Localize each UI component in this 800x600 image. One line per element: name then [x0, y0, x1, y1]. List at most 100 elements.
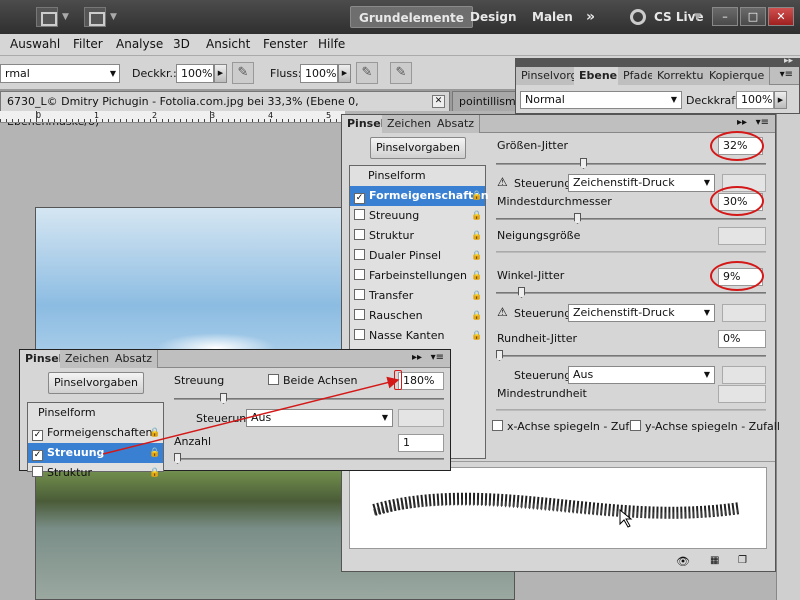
tab-zeichen[interactable]: Zeichen: [60, 350, 116, 368]
slider-thumb[interactable]: [174, 453, 181, 464]
slider-thumb[interactable]: [518, 287, 525, 298]
opacity-input[interactable]: 100%: [176, 64, 214, 83]
checkbox[interactable]: ✓: [354, 193, 365, 204]
menu-analyse[interactable]: Analyse: [116, 37, 163, 51]
roundness-control-select[interactable]: Aus ▼: [568, 366, 715, 384]
scatter-option-struktur[interactable]: Struktur 🔒: [28, 463, 163, 483]
angle-jitter-slider[interactable]: [496, 287, 766, 298]
screen-mode-icon[interactable]: [84, 7, 106, 27]
arrange-documents-icon[interactable]: [36, 7, 58, 27]
arrange-dropdown-icon[interactable]: ▼: [62, 12, 69, 22]
collapse-icon[interactable]: ▸▸: [412, 352, 422, 363]
flow-input[interactable]: 100%: [300, 64, 338, 83]
workspace-malen[interactable]: Malen: [524, 6, 581, 28]
checkbox[interactable]: [354, 249, 365, 260]
screen-mode-dropdown-icon[interactable]: ▼: [110, 12, 117, 22]
slider-thumb[interactable]: [574, 213, 581, 224]
close-button[interactable]: ✕: [768, 7, 794, 26]
lock-icon[interactable]: 🔒: [471, 210, 482, 222]
brush-option-struktur[interactable]: Struktur 🔒: [350, 226, 485, 246]
scatter-control-select[interactable]: Aus ▼: [246, 409, 393, 427]
lock-icon[interactable]: 🔒: [471, 190, 482, 202]
min-diameter-slider[interactable]: [496, 213, 766, 224]
slider-thumb[interactable]: [496, 350, 503, 361]
checkbox[interactable]: [630, 420, 641, 431]
size-control-select[interactable]: Zeichenstift-Druck ▼: [568, 174, 715, 192]
brush-option-transfer[interactable]: Transfer 🔒: [350, 286, 485, 306]
angle-control-select[interactable]: Zeichenstift-Druck ▼: [568, 304, 715, 322]
lock-icon[interactable]: 🔒: [471, 270, 482, 282]
scatter-slider[interactable]: [174, 393, 444, 404]
workspace-grundelemente[interactable]: Grundelemente: [350, 6, 473, 28]
panel-menu-icon[interactable]: ▾≡: [431, 352, 444, 363]
menu-hilfe[interactable]: Hilfe: [318, 37, 345, 51]
menu-auswahl[interactable]: Auswahl: [10, 37, 60, 51]
checkbox[interactable]: [354, 229, 365, 240]
lock-icon[interactable]: 🔒: [471, 290, 482, 302]
cs-live-menu[interactable]: CS Live: [646, 6, 712, 28]
section-pinselform[interactable]: Pinselform: [28, 403, 163, 423]
tab-zeichen[interactable]: Zeichen: [382, 115, 438, 133]
checkbox[interactable]: ✓: [32, 450, 43, 461]
checkbox[interactable]: [32, 466, 43, 477]
flip-y-checkbox[interactable]: y-Achse spiegeln - Zufall: [630, 420, 780, 433]
brush-option-farbeinstellungen[interactable]: Farbeinstellungen 🔒: [350, 266, 485, 286]
menu-filter[interactable]: Filter: [73, 37, 103, 51]
checkbox[interactable]: [268, 374, 279, 385]
checkbox[interactable]: [354, 309, 365, 320]
close-tab-icon[interactable]: ✕: [432, 95, 445, 108]
scatter-option-formeigenschaften[interactable]: ✓ Formeigenschaften 🔒: [28, 423, 163, 443]
checkbox[interactable]: [354, 269, 365, 280]
count-slider[interactable]: [174, 453, 444, 464]
both-axes-checkbox[interactable]: Beide Achsen: [268, 374, 357, 387]
count-input[interactable]: 1: [398, 434, 444, 452]
more-workspaces-button[interactable]: »: [578, 6, 603, 28]
new-preset-icon[interactable]: ❐: [738, 555, 747, 566]
menu-ansicht[interactable]: Ansicht: [206, 37, 250, 51]
menu-fenster[interactable]: Fenster: [263, 37, 308, 51]
blend-mode-select[interactable]: rmal ▼: [0, 64, 120, 83]
brush-option-streuung[interactable]: Streuung 🔒: [350, 206, 485, 226]
lock-icon[interactable]: 🔒: [149, 447, 160, 459]
slider-thumb[interactable]: [580, 158, 587, 169]
tab-absatz[interactable]: Absatz: [432, 115, 481, 133]
section-pinselform[interactable]: Pinselform: [350, 166, 485, 186]
scatter-option-streuung[interactable]: ✓ Streuung 🔒: [28, 443, 163, 463]
size-jitter-input[interactable]: 32%: [718, 137, 763, 155]
cs-live-icon[interactable]: [630, 9, 646, 25]
layer-blend-mode-select[interactable]: Normal ▼: [520, 91, 682, 109]
layer-opacity-arrow[interactable]: ▶: [774, 91, 787, 109]
checkbox[interactable]: ✓: [32, 430, 43, 441]
menu-3d[interactable]: 3D: [173, 37, 190, 51]
brush-presets-button[interactable]: Pinselvorgaben: [48, 372, 144, 394]
maximize-button[interactable]: □: [740, 7, 766, 26]
pressure-size-icon[interactable]: ✎: [390, 62, 412, 84]
roundness-jitter-slider[interactable]: [496, 350, 766, 361]
brush-option-formeigenschaften[interactable]: ✓ Formeigenschaften 🔒: [350, 186, 489, 206]
checkbox[interactable]: [354, 289, 365, 300]
checkbox[interactable]: [354, 329, 365, 340]
workspace-design[interactable]: Design: [462, 6, 525, 28]
grid-icon[interactable]: ▦: [710, 555, 719, 566]
lock-icon[interactable]: 🔒: [471, 330, 482, 342]
lock-icon[interactable]: 🔒: [471, 230, 482, 242]
minimize-button[interactable]: –: [712, 7, 738, 26]
slider-thumb[interactable]: [220, 393, 227, 404]
tab-absatz[interactable]: Absatz: [110, 350, 159, 368]
visibility-icon[interactable]: 👁: [676, 555, 690, 568]
checkbox[interactable]: [354, 209, 365, 220]
document-tab-pointillism[interactable]: pointillism: [452, 91, 522, 111]
flow-slider-arrow[interactable]: ▶: [338, 64, 351, 83]
document-tab-active[interactable]: 6730_L© Dmitry Pichugin - Fotolia.com.jp…: [0, 91, 450, 128]
layer-opacity-input[interactable]: 100%: [736, 91, 774, 109]
brush-option-dualer-pinsel[interactable]: Dualer Pinsel 🔒: [350, 246, 485, 266]
brush-option-nasse-kanten[interactable]: Nasse Kanten 🔒: [350, 326, 485, 346]
roundness-jitter-input[interactable]: 0%: [718, 330, 766, 348]
collapse-icon[interactable]: ▸▸: [784, 56, 793, 66]
cs-live-dropdown-icon[interactable]: ▼: [694, 12, 701, 22]
lock-icon[interactable]: 🔒: [471, 250, 482, 262]
opacity-slider-arrow[interactable]: ▶: [214, 64, 227, 83]
lock-icon[interactable]: 🔒: [471, 310, 482, 322]
pressure-opacity-icon[interactable]: ✎: [232, 62, 254, 84]
angle-jitter-input[interactable]: 9%: [718, 268, 763, 286]
